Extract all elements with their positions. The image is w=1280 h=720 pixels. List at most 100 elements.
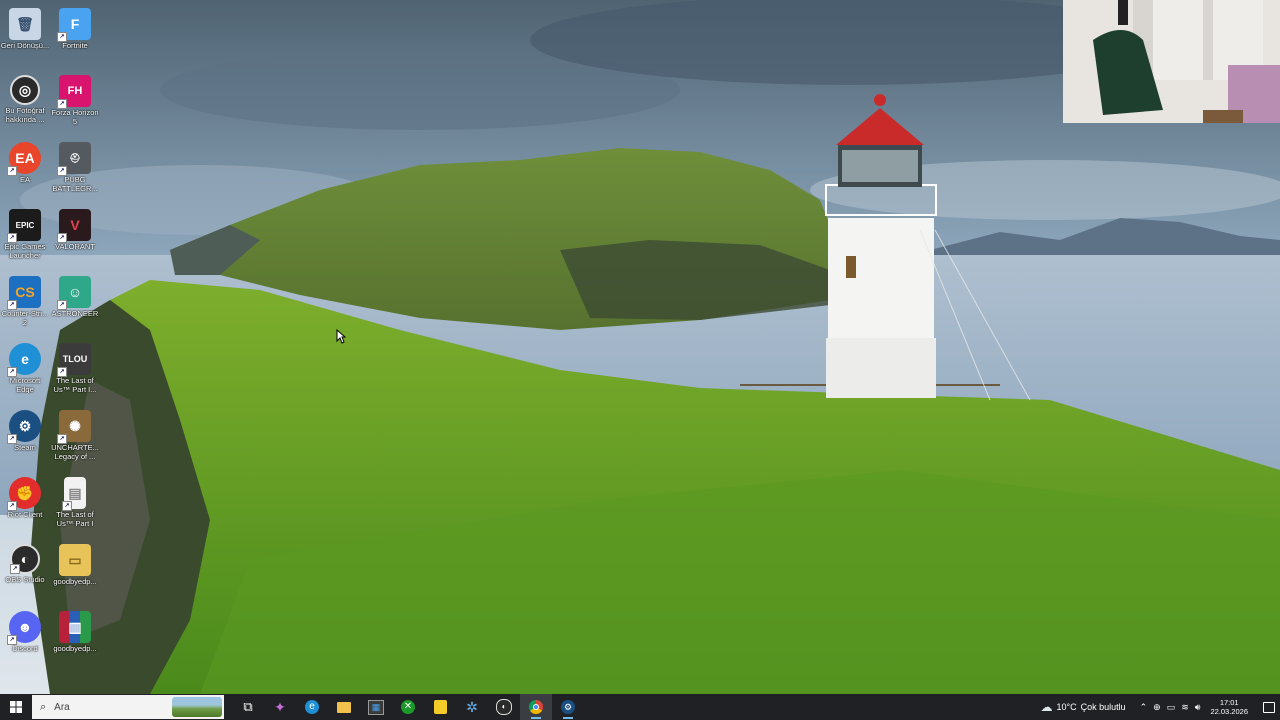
- network-icon[interactable]: ⊕: [1153, 702, 1161, 713]
- microsoft-store-icon: ▦: [368, 699, 384, 715]
- search-icon: ⌕: [40, 700, 47, 713]
- desktop-icon-goodbyedpi-archive[interactable]: ▥ goodbyedp...: [50, 607, 100, 671]
- chevron-up-icon[interactable]: ⌃: [1140, 702, 1148, 713]
- search-placeholder: Ara: [54, 701, 70, 713]
- desktop-icon-recycle-bin[interactable]: 🗑 Geri Dönüşü...: [0, 4, 50, 68]
- taskbar-sticky-notes[interactable]: [424, 694, 456, 720]
- desktop-icon-label: Epic Games Launcher: [4, 243, 46, 260]
- taskbar-pinned-apps: ⧉ ✦ e ▦ ✕ ✲ ◐ ⚙: [232, 694, 584, 720]
- desktop-icon-bu-fotograf[interactable]: ◎ Bu Fotoğraf hakkında ...: [0, 71, 50, 135]
- desktop-icon-fortnite[interactable]: F ↗ Fortnite: [50, 4, 100, 68]
- webcam-overlay: [1063, 0, 1280, 123]
- desktop-icon-the-last-of-us-file[interactable]: ▤ ↗ The Last of Us™ Part I: [50, 473, 100, 537]
- mouse-cursor-icon: [336, 328, 347, 349]
- desktop-icon-label: OBS Studio: [5, 576, 45, 584]
- windows-logo-icon: [10, 701, 22, 713]
- pubg-icon: ⛑ ↗: [57, 142, 91, 176]
- desktop-icon-goodbyedpi-folder[interactable]: ▭ goodbyedp...: [50, 540, 100, 604]
- file-icon: ▤ ↗: [62, 477, 86, 511]
- desktop-icon-label: goodbyedp...: [53, 645, 97, 653]
- desktop-icon-label: Microsoft Edge: [9, 377, 41, 394]
- recycle-bin-icon: 🗑: [9, 8, 41, 40]
- desktop-icon-ea[interactable]: EA ↗ EA: [0, 138, 50, 202]
- weather-widget[interactable]: ☁ 10°C Çok bulutlu: [1040, 700, 1125, 714]
- taskbar-clock[interactable]: 17:01 22.03.2026: [1210, 698, 1248, 716]
- desktop-icon-label: goodbyedp...: [53, 578, 97, 586]
- clock-date: 22.03.2026: [1210, 707, 1248, 716]
- desktop-icon-forza-horizon[interactable]: FH ↗ Forza Horizon 5: [50, 71, 100, 135]
- edge-icon: e: [305, 700, 319, 714]
- volume-icon[interactable]: 🔊︎: [1195, 702, 1201, 713]
- desktop-icon-obs-studio[interactable]: ◐ ↗ OBS Studio: [0, 540, 50, 604]
- desktop-icon-label: The Last of Us™ Part I...: [53, 377, 97, 394]
- desktop-icon-pubg[interactable]: ⛑ ↗ PUBG BATTLEGR...: [50, 138, 100, 202]
- weather-condition: Çok bulutlu: [1080, 702, 1126, 712]
- desktop-icon-astroneer[interactable]: ☺ ↗ ASTRONEER: [50, 272, 100, 336]
- valorant-icon: V ↗: [57, 209, 91, 243]
- ea-icon: EA ↗: [7, 142, 41, 176]
- taskbar-microsoft-store[interactable]: ▦: [360, 694, 392, 720]
- cloudy-weather-icon: ☁: [1040, 700, 1053, 714]
- taskbar-copilot[interactable]: ✦: [264, 694, 296, 720]
- desktop-icon-label: The Last of Us™ Part I: [56, 511, 94, 528]
- desktop-icon-label: Discord: [12, 645, 38, 653]
- chrome-icon: [529, 700, 543, 714]
- wifi-icon[interactable]: ≋: [1181, 702, 1189, 713]
- desktop-icon-label: PUBG BATTLEGR...: [52, 176, 98, 193]
- taskbar: ⌕ Ara ⧉ ✦ e ▦ ✕ ✲ ◐ ⚙ ☁ 10°C Çok bulutlu…: [0, 694, 1280, 720]
- desktop-icon-counter-strike[interactable]: CS ↗ Counter-Stri... 2: [0, 272, 50, 336]
- epic-games-icon: EPIC ↗: [7, 209, 41, 243]
- system-tray: ☁ 10°C Çok bulutlu ⌃ ⊕ ▭ ≋ 🔊︎ 17:01 22.0…: [1040, 694, 1280, 720]
- desktop-icon-label: Forza Horizon 5: [51, 109, 99, 126]
- desktop-icon-valorant[interactable]: V ↗ VALORANT: [50, 205, 100, 269]
- steam-taskbar-icon: ⚙: [561, 700, 575, 714]
- tray-icons: ⌃ ⊕ ▭ ≋ 🔊︎: [1140, 702, 1201, 713]
- desktop-icon-label: Bu Fotoğraf hakkında ...: [5, 107, 45, 124]
- steam-icon: ⚙ ↗: [7, 410, 41, 444]
- desktop-icon-area: 🗑 Geri Dönüşü... F ↗ Fortnite ◎ Bu Fotoğr…: [0, 0, 110, 694]
- taskbar-obs[interactable]: ◐: [488, 694, 520, 720]
- taskbar-xbox[interactable]: ✕: [392, 694, 424, 720]
- folder-icon: ▭: [59, 544, 91, 576]
- notification-button[interactable]: [1258, 701, 1280, 713]
- file-explorer-icon: [337, 701, 351, 713]
- desktop-icon-the-last-of-us[interactable]: TLOU ↗ The Last of Us™ Part I...: [50, 339, 100, 403]
- desktop-icon-steam[interactable]: ⚙ ↗ Steam: [0, 406, 50, 470]
- fortnite-icon: F ↗: [57, 8, 91, 42]
- copilot-icon: ✦: [274, 698, 286, 715]
- desktop-icon-riot-client[interactable]: ✊ ↗ Riot Client: [0, 473, 50, 537]
- xbox-icon: ✕: [401, 700, 415, 714]
- desktop-icon-label: VALORANT: [55, 243, 95, 251]
- start-button[interactable]: [0, 694, 32, 720]
- obs-taskbar-icon: ◐: [496, 699, 512, 715]
- taskbar-steam[interactable]: ⚙: [552, 694, 584, 720]
- desktop-icon-label: Fortnite: [62, 42, 88, 50]
- taskbar-edge[interactable]: e: [296, 694, 328, 720]
- taskbar-file-explorer[interactable]: [328, 694, 360, 720]
- search-highlight-image: [172, 697, 222, 717]
- task-view-icon: ⧉: [243, 699, 253, 714]
- display-icon[interactable]: ▭: [1167, 702, 1176, 713]
- desktop-icon-label: Geri Dönüşü...: [0, 42, 50, 50]
- desktop-icon-label: UNCHARTE... Legacy of ...: [51, 444, 99, 461]
- sticky-notes-icon: [433, 700, 447, 714]
- desktop-icon-label: Riot Client: [7, 511, 43, 519]
- desktop-icon-uncharted[interactable]: ✺ ↗ UNCHARTE... Legacy of ...: [50, 406, 100, 470]
- desktop-icon-label: ASTRONEER: [51, 310, 99, 318]
- archive-icon: ▥: [59, 611, 91, 643]
- desktop-icon-microsoft-edge[interactable]: e ↗ Microsoft Edge: [0, 339, 50, 403]
- desktop-icon-epic-games[interactable]: EPIC ↗ Epic Games Launcher: [0, 205, 50, 269]
- discord-icon: ☻ ↗: [7, 611, 41, 645]
- taskbar-gear-app[interactable]: ✲: [456, 694, 488, 720]
- desktop-icon-label: Counter-Stri... 2: [1, 310, 49, 327]
- taskbar-task-view[interactable]: ⧉: [232, 694, 264, 720]
- desktop-icon-label: Steam: [14, 444, 36, 452]
- desktop-icon-discord[interactable]: ☻ ↗ Discord: [0, 607, 50, 671]
- taskbar-search-box[interactable]: ⌕ Ara: [32, 695, 224, 719]
- clock-time: 17:01: [1219, 698, 1239, 707]
- desktop-icon-label: EA: [19, 176, 30, 184]
- taskbar-chrome[interactable]: [520, 694, 552, 720]
- notification-icon: [1263, 701, 1275, 713]
- forza-horizon-icon: FH ↗: [57, 75, 91, 109]
- riot-client-icon: ✊ ↗: [7, 477, 41, 511]
